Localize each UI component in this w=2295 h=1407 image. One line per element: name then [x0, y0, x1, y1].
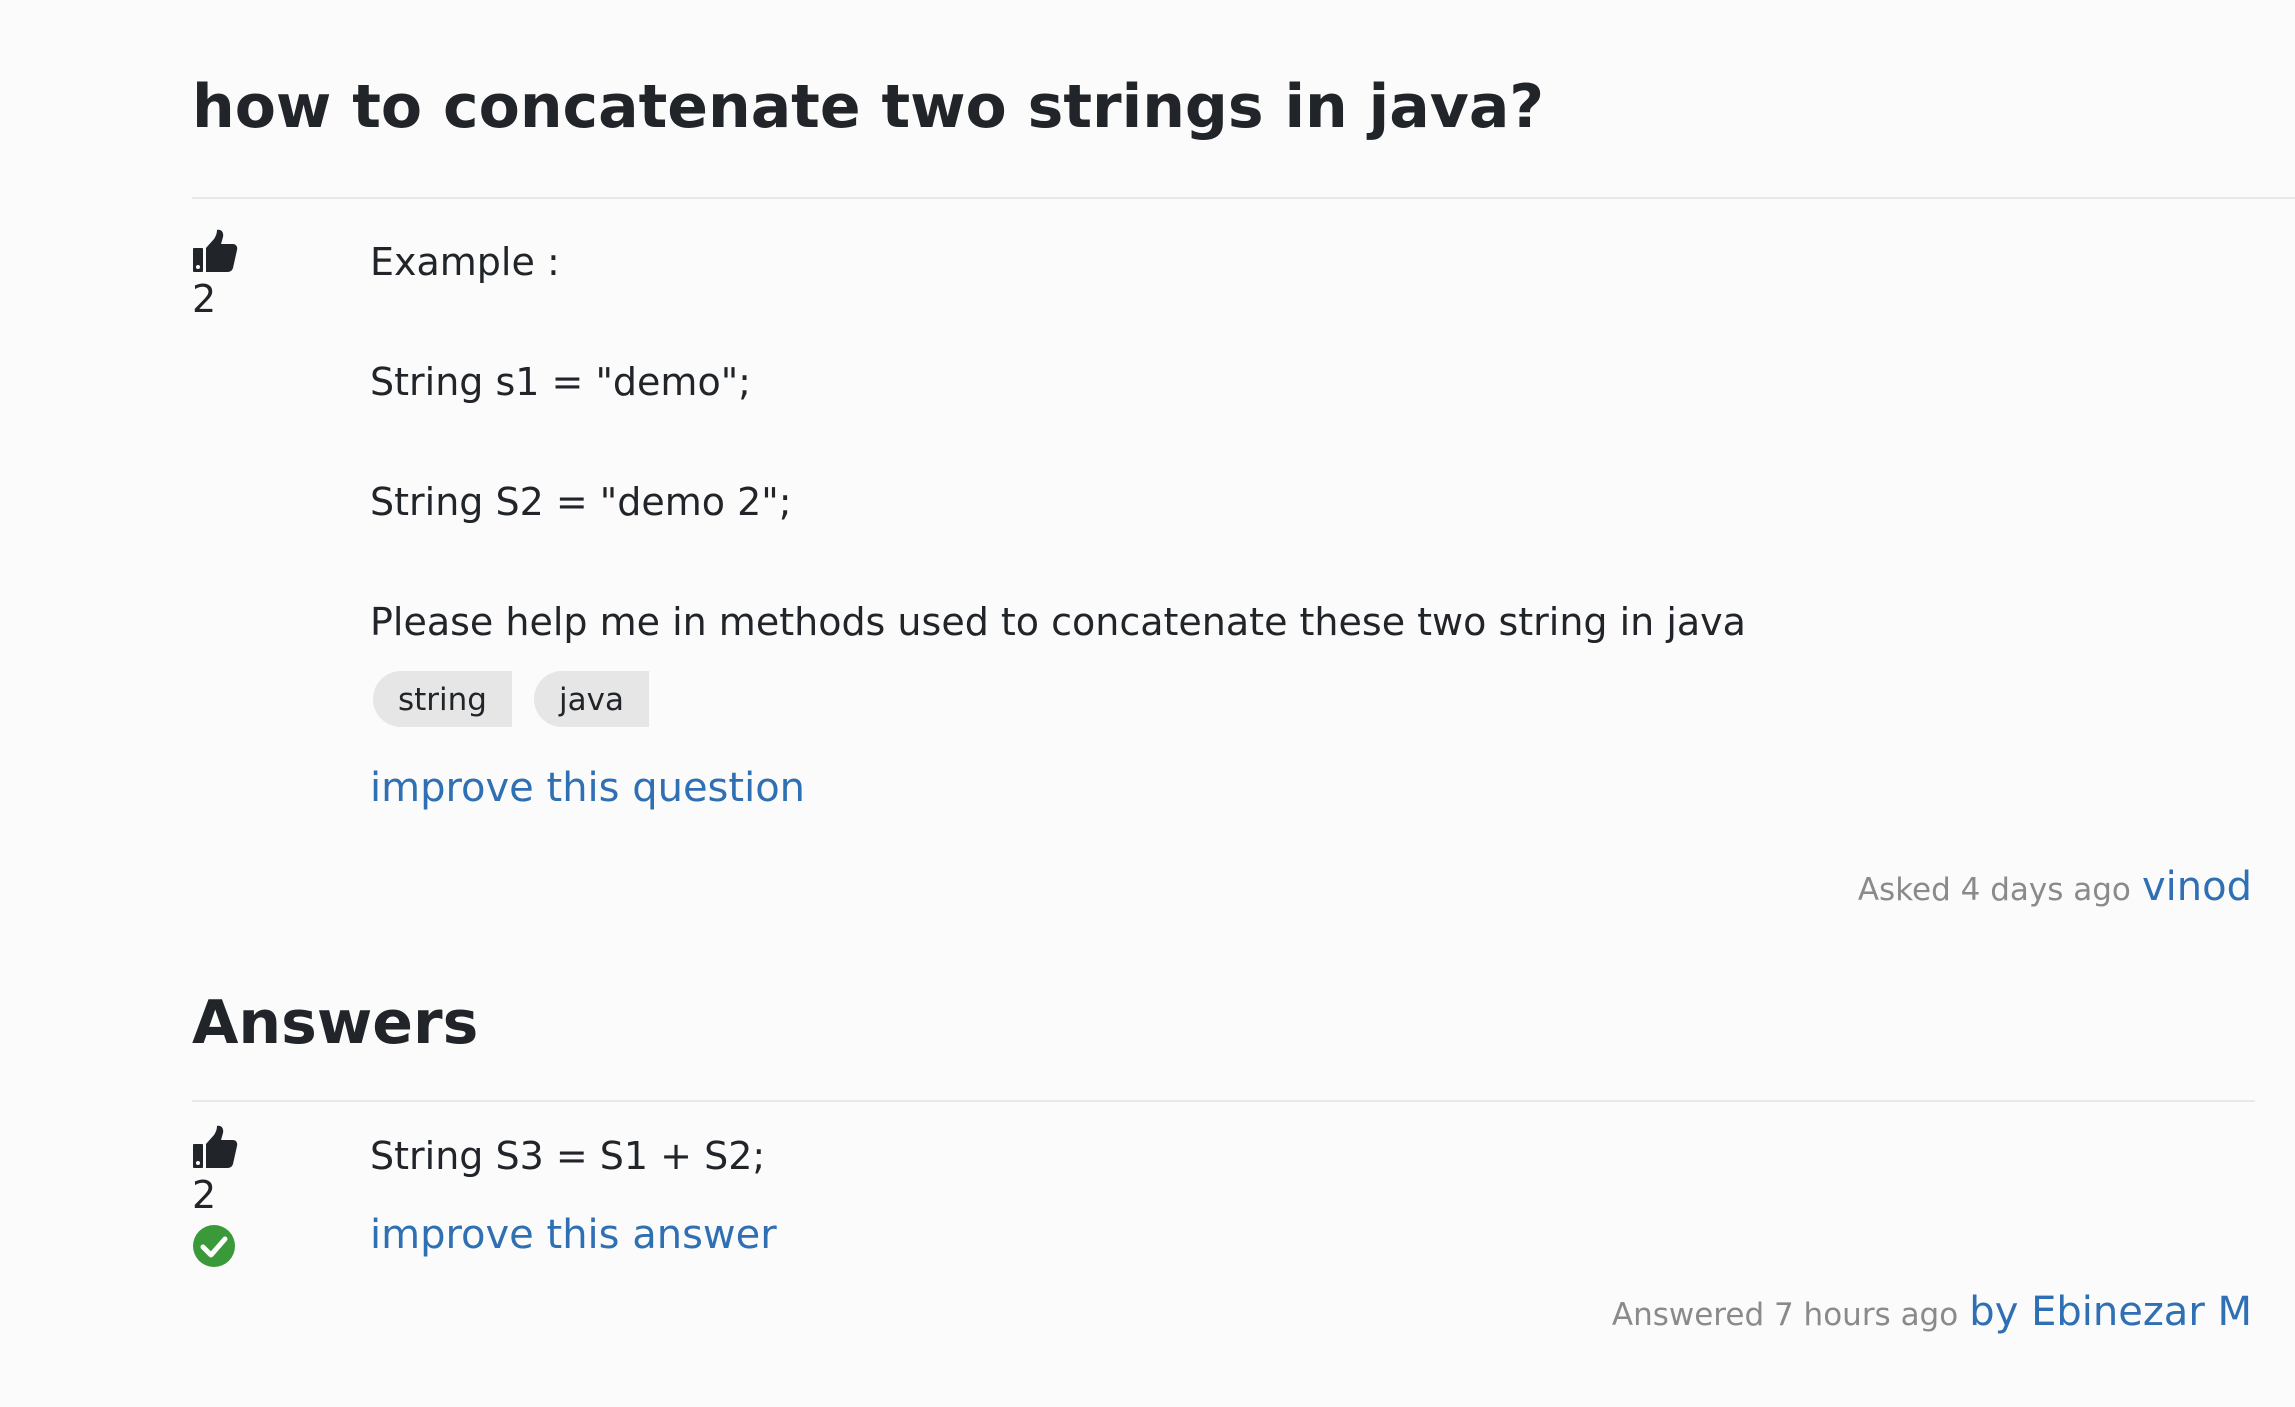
question-body-line: Please help me in methods used to concat…: [370, 600, 1746, 644]
question-divider: [192, 197, 2295, 199]
thumbs-up-icon[interactable]: [192, 228, 238, 274]
answer-body: String S3 = S1 + S2; improve this answer: [370, 1131, 2270, 1271]
answer-vote-column: 2: [192, 1124, 262, 1268]
tag-java[interactable]: java: [534, 671, 649, 727]
question-body-line: String S2 = "demo 2";: [370, 480, 792, 524]
answer-meta: Answered 7 hours ago by Ebinezar M: [1612, 1289, 2252, 1335]
answers-divider: [192, 1100, 2255, 1102]
check-circle-icon: [193, 1225, 235, 1267]
question-body: Example : String s1 = "demo"; String S2 …: [370, 237, 2270, 887]
question-body-line: String s1 = "demo";: [370, 360, 751, 404]
question-vote-column: 2: [192, 228, 262, 322]
answers-heading: Answers: [192, 988, 479, 1058]
answered-timestamp: Answered 7 hours ago: [1611, 1297, 1959, 1333]
question-author-link[interactable]: vinod: [2142, 864, 2252, 910]
question-vote-count: 2: [192, 277, 217, 321]
thumbs-up-icon[interactable]: [192, 1124, 238, 1170]
answer-author-link[interactable]: by Ebinezar M: [1969, 1289, 2252, 1335]
improve-answer-link[interactable]: improve this answer: [370, 1210, 777, 1260]
asked-timestamp: Asked 4 days ago: [1857, 872, 2131, 908]
answer-body-line: String S3 = S1 + S2;: [370, 1134, 766, 1178]
answer-vote-count: 2: [192, 1173, 217, 1217]
improve-question-link[interactable]: improve this question: [370, 763, 805, 813]
question-meta: Asked 4 days ago vinod: [1858, 864, 2252, 910]
question-page: how to concatenate two strings in java? …: [0, 0, 2295, 1407]
tag-list: string java: [373, 671, 649, 727]
question-title: how to concatenate two strings in java?: [192, 72, 1545, 142]
question-body-line: Example :: [370, 240, 560, 284]
tag-string[interactable]: string: [373, 671, 512, 727]
